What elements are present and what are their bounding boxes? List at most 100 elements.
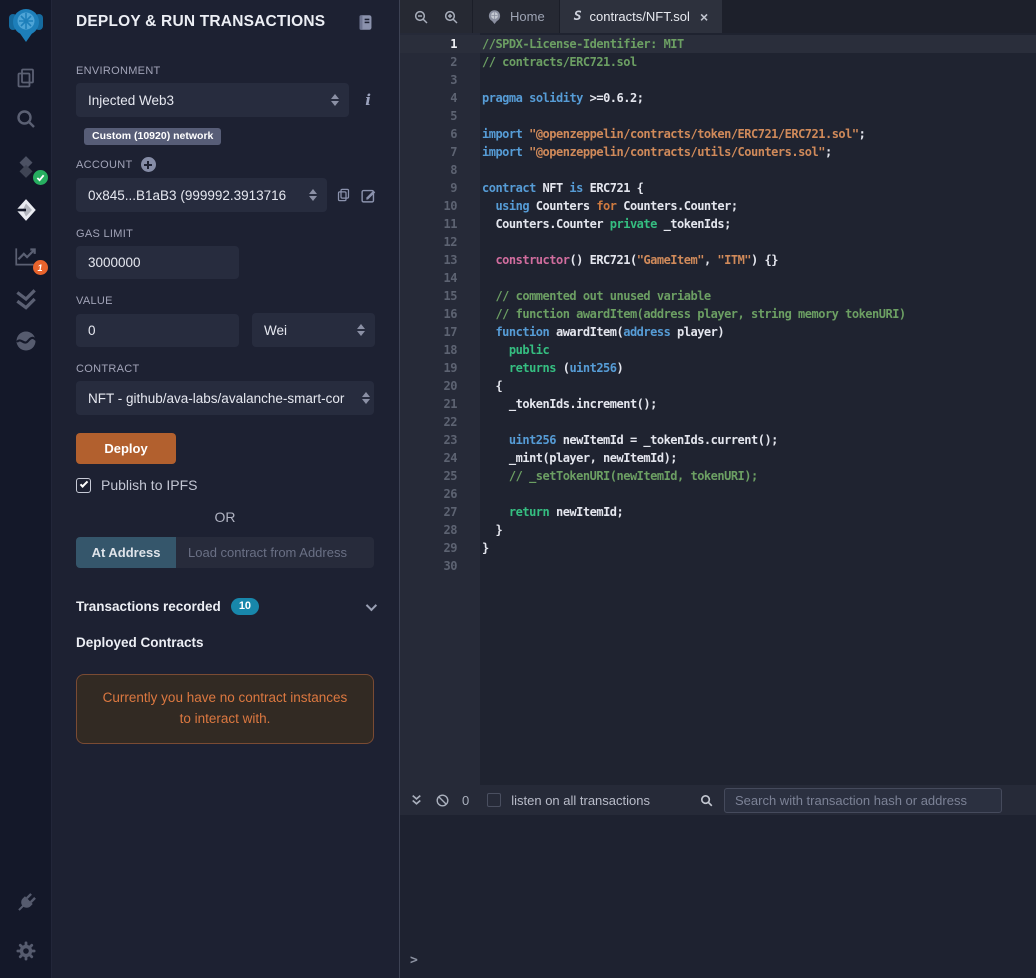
deploy-button[interactable]: Deploy [76,433,176,464]
code-line[interactable]: 26 [400,485,1036,503]
line-number: 17 [443,325,458,339]
line-number: 15 [443,289,458,303]
code-line[interactable]: 3 [400,71,1036,89]
code-line[interactable]: 15 // commented out unused variable [400,287,1036,305]
settings-button[interactable] [6,938,46,964]
add-account-icon[interactable] [140,157,156,172]
file-explorer-button[interactable] [6,66,46,90]
code-line[interactable]: 7 import "@openzeppelin/contracts/utils/C… [400,143,1036,161]
debugger-button[interactable] [6,329,46,353]
code-line[interactable]: 17 function awardItem(address player) [400,323,1036,341]
code-editor[interactable]: 1 //SPDX-License-Identifier: MIT 2 // contr… [400,33,1036,785]
at-address-input[interactable] [176,537,374,568]
search-icon [701,794,713,806]
code-line[interactable]: 20 { [400,377,1036,395]
code-line[interactable]: 22 [400,413,1036,431]
contract-select[interactable]: NFT - github/ava-labs/avalanche-smart-co… [76,381,374,415]
code-text: // function awardItem(address player, st… [482,307,906,321]
code-line[interactable]: 28 } [400,521,1036,539]
tab-home-label: Home [510,9,545,24]
unit-testing-button[interactable] [6,287,46,311]
line-number: 7 [450,145,457,159]
line-number: 10 [443,199,458,213]
editor-area: Home S contracts/NFT.sol × 1 //SPDX-Licen… [400,0,1036,978]
code-line[interactable]: 24 _mint(player, newItemId); [400,449,1036,467]
solidity-compiler-button[interactable] [6,153,48,185]
code-line[interactable]: 12 [400,233,1036,251]
zoom-in-button[interactable] [443,9,459,25]
code-line[interactable]: 11 Counters.Counter private _tokenIds; [400,215,1036,233]
environment-label: ENVIRONMENT [76,65,161,77]
terminal-search-button[interactable] [699,793,714,808]
code-line[interactable]: 18 public [400,341,1036,359]
deploy-run-icon [15,199,36,221]
tab-home[interactable]: Home [472,0,559,33]
publish-ipfs-checkbox[interactable] [76,477,91,493]
zoom-out-button[interactable] [413,9,429,25]
select-caret-icon [331,94,340,106]
analytics-button[interactable]: 1 [6,241,48,275]
contract-value: NFT - github/ava-labs/avalanche-smart-co… [88,390,345,406]
at-address-button[interactable]: At Address [76,537,176,568]
code-line[interactable]: 25 // _setTokenURI(newItemId, tokenURI); [400,467,1036,485]
plugin-manager-button[interactable] [6,890,46,916]
tab-nft-sol[interactable]: S contracts/NFT.sol × [558,0,723,33]
publish-ipfs-toggle[interactable]: Publish to IPFS [76,477,374,493]
terminal-output[interactable]: > [400,815,1036,978]
remix-logo[interactable] [6,6,46,46]
copy-account-button[interactable] [336,187,351,203]
terminal-search-input[interactable] [724,787,1002,813]
line-number: 29 [443,541,458,555]
code-line[interactable]: 2 // contracts/ERC721.sol [400,53,1036,71]
sign-message-button[interactable] [360,187,377,204]
account-select[interactable]: 0x845...B1aB3 (999992.3913716 [76,178,327,212]
code-line[interactable]: 19 returns (uint256) [400,359,1036,377]
search-button[interactable] [6,107,46,131]
code-line[interactable]: 21 _tokenIds.increment(); [400,395,1036,413]
environment-info-icon[interactable]: i [362,91,374,109]
line-number: 1 [450,37,457,51]
code-text: uint256 newItemId = _tokenIds.current(); [508,433,778,447]
line-number: 21 [443,397,458,411]
code-line[interactable]: 30 [400,557,1036,575]
code-line[interactable]: 4 pragma solidity >=0.6.2; [400,89,1036,107]
value-unit: Wei [264,322,288,338]
code-line[interactable]: 1 //SPDX-License-Identifier: MIT [400,35,1036,53]
code-line[interactable]: 16 // function awardItem(address player,… [400,305,1036,323]
code-line[interactable]: 23 uint256 newItemId = _tokenIds.current… [400,431,1036,449]
code-text: Counters.Counter private _tokenIds; [482,217,731,231]
environment-select[interactable]: Injected Web3 [76,83,350,117]
deploy-run-button[interactable] [6,197,46,223]
code-line[interactable]: 27 return newItemId; [400,503,1036,521]
listen-transactions-checkbox[interactable] [487,793,502,807]
remix-logo-icon [8,9,43,42]
select-caret-icon [309,189,317,201]
close-tab-icon[interactable]: × [700,10,708,24]
panel-title: DEPLOY & RUN TRANSACTIONS [76,13,326,30]
code-line[interactable]: 29} [400,539,1036,557]
code-text: _mint(player, newItemId); [482,451,678,465]
code-line[interactable]: 5 [400,107,1036,125]
tab-bar: Home S contracts/NFT.sol × [400,0,1036,33]
line-number: 25 [443,469,458,483]
code-line[interactable]: 14 [400,269,1036,287]
documentation-link[interactable] [357,14,374,31]
code-line[interactable]: 13 constructor() ERC721("GameItem", "ITM… [400,251,1036,269]
code-line[interactable]: 9 contract NFT is ERC721 { [400,179,1036,197]
search-icon [16,110,35,128]
analytics-badge: 1 [32,260,48,275]
gas-limit-input[interactable] [76,246,239,279]
code-line[interactable]: 10 using Counters for Counters.Counter; [400,197,1036,215]
value-input[interactable] [76,313,239,347]
code-line[interactable]: 8 [400,161,1036,179]
code-line[interactable]: 6 import "@openzeppelin/contracts/token/E… [400,125,1036,143]
clear-console-button[interactable] [435,793,450,808]
line-number: 2 [450,55,457,69]
expand-terminal-button[interactable] [410,793,423,807]
listen-transactions-label[interactable]: listen on all transactions [511,793,650,808]
value-unit-select[interactable]: Wei [252,313,375,347]
chevron-down-icon[interactable] [365,599,378,611]
transactions-recorded-section[interactable]: Transactions recorded 10 [76,598,378,615]
